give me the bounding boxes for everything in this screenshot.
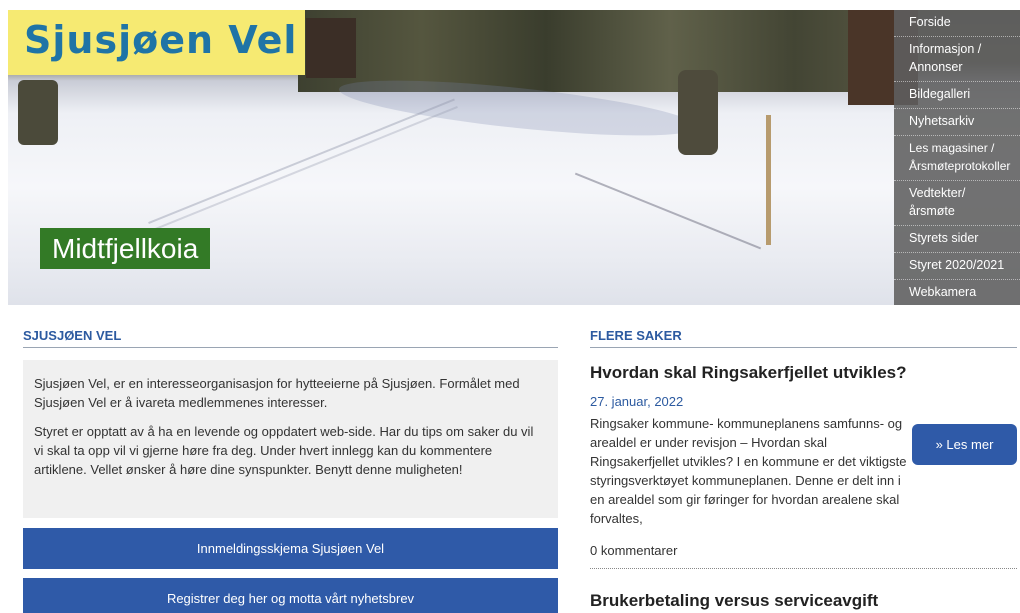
- section-title: FLERE SAKER: [590, 328, 1017, 348]
- nav-item-label: Bildegalleri: [909, 87, 971, 101]
- nav-item-nyhetsarkiv[interactable]: Nyhetsarkiv: [894, 109, 1020, 136]
- article-title[interactable]: Brukerbetaling versus serviceavgift: [590, 591, 878, 611]
- read-more-button[interactable]: » Les mer: [912, 424, 1017, 465]
- intro-paragraph: Sjusjøen Vel, er en interesseorganisasjo…: [34, 376, 520, 410]
- ski-track: [148, 98, 458, 232]
- section-title: SJUSJØEN VEL: [23, 328, 558, 348]
- main-navigation: Forside Informasjon / Annonser Bildegall…: [894, 10, 1020, 307]
- site-logo-text[interactable]: Sjusjøen Vel: [24, 18, 297, 62]
- intro-paragraph: Styret er opptatt av å ha en levende og …: [34, 424, 534, 477]
- nav-item-informasjon[interactable]: Informasjon / Annonser: [894, 37, 1020, 82]
- article-title[interactable]: Hvordan skal Ringsakerfjellet utvikles?: [590, 362, 1017, 384]
- article-date: 27. januar, 2022: [590, 394, 684, 409]
- nav-item-styrets-sider[interactable]: Styrets sider: [894, 226, 1020, 253]
- nav-item-styret[interactable]: Styret 2020/2021: [894, 253, 1020, 280]
- cabin-left: [306, 18, 356, 78]
- nav-item-bildegalleri[interactable]: Bildegalleri: [894, 82, 1020, 109]
- nav-item-webkamera[interactable]: Webkamera: [894, 280, 1020, 307]
- article-excerpt: Ringsaker kommune- kommuneplanens samfun…: [590, 416, 907, 526]
- nav-item-label: Vedtekter/årsmøte: [909, 186, 966, 218]
- membership-form-button[interactable]: Innmeldingsskjema Sjusjøen Vel: [23, 528, 558, 569]
- nav-item-label: Informasjon / Annonser: [909, 42, 982, 74]
- tree-trunk-center: [678, 70, 718, 155]
- nav-item-vedtekter[interactable]: Vedtekter/årsmøte: [894, 181, 1020, 226]
- hero-caption: Midtfjellkoia: [40, 228, 211, 269]
- intro-box: Sjusjøen Vel, er en interesseorganisasjo…: [23, 360, 558, 518]
- ski-track-2: [574, 172, 762, 250]
- newsletter-signup-button[interactable]: Registrer deg her og motta vårt nyhetsbr…: [23, 578, 558, 613]
- intro-section: SJUSJØEN VEL Sjusjøen Vel, er en interes…: [23, 328, 558, 518]
- comments-count[interactable]: 0 kommentarer: [590, 543, 1017, 569]
- nav-item-label: Webkamera: [909, 285, 977, 299]
- nav-item-label: Styret 2020/2021: [909, 258, 1005, 272]
- tree-trunk-left: [18, 80, 58, 145]
- nav-item-label: Styrets sider: [909, 231, 979, 245]
- nav-item-label: Les magasiner / Årsmøteprotokoller: [909, 141, 1011, 173]
- nav-item-label: Nyhetsarkiv: [909, 114, 975, 128]
- nav-item-label: Forside: [909, 15, 951, 29]
- wooden-pole: [766, 115, 771, 245]
- nav-item-magasiner[interactable]: Les magasiner / Årsmøteprotokoller: [894, 136, 1020, 181]
- nav-item-forside[interactable]: Forside: [894, 10, 1020, 37]
